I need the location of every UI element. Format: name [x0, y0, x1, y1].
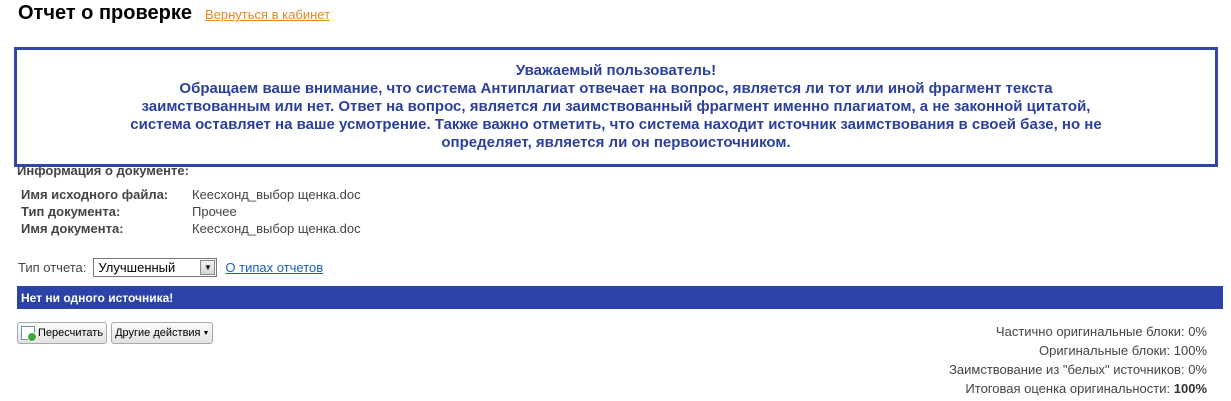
doc-info-table: Имя исходного файла: Кеесхонд_выбор щенк…	[21, 186, 361, 237]
no-sources-bar: Нет ни одного источника!	[17, 286, 1223, 309]
report-types-link[interactable]: О типах отчетов	[225, 260, 323, 275]
notice-line: система оставляет на ваше усмотрение. Та…	[130, 116, 1102, 133]
stat-value: 100%	[1173, 381, 1207, 396]
doc-info-label: Имя исходного файла:	[21, 187, 169, 202]
action-buttons: Пересчитать Другие действия ▼	[17, 322, 214, 344]
doc-info-value: Кеесхонд_выбор щенка.doc	[192, 221, 361, 236]
other-actions-button[interactable]: Другие действия ▼	[111, 322, 214, 344]
stat-label: Частично оригинальные блоки:	[995, 324, 1185, 339]
doc-info-row: Имя исходного файла: Кеесхонд_выбор щенк…	[21, 186, 361, 203]
originality-stats: Частично оригинальные блоки: 0% Оригинал…	[949, 322, 1207, 398]
user-notice-box: Уважаемый пользователь! Обращаем ваше вн…	[14, 47, 1218, 167]
recalculate-icon	[21, 326, 37, 342]
notice-line: Уважаемый пользователь!	[515, 62, 717, 79]
report-type-value: Улучшенный	[98, 260, 176, 275]
no-sources-text: Нет ни одного источника!	[21, 290, 174, 305]
back-to-cabinet-link[interactable]: Вернуться в кабинет	[205, 7, 330, 22]
stat-label: Оригинальные блоки:	[1039, 343, 1171, 358]
stat-value: 100%	[1173, 343, 1207, 358]
recalculate-label: Пересчитать	[38, 327, 104, 339]
stat-partial: Частично оригинальные блоки: 0%	[949, 322, 1207, 341]
caret-down-icon: ▼	[202, 329, 210, 337]
page-title: Отчет о проверке	[18, 2, 192, 24]
other-actions-label: Другие действия	[115, 327, 201, 339]
stat-label: Итоговая оценка оригинальности:	[965, 381, 1171, 396]
report-type-select[interactable]: Улучшенный ▼	[93, 258, 218, 277]
doc-info-label: Имя документа:	[21, 221, 124, 236]
report-type-label: Тип отчета:	[18, 260, 87, 275]
notice-line: Обращаем ваше внимание, что система Анти…	[179, 80, 1053, 97]
doc-info-row: Тип документа: Прочее	[21, 203, 361, 220]
recalculate-button[interactable]: Пересчитать	[17, 322, 108, 344]
notice-line: определяет, является ли он первоисточник…	[441, 134, 791, 151]
stat-value: 0%	[1188, 324, 1207, 339]
doc-info-label: Тип документа:	[21, 204, 121, 219]
doc-info-value: Кеесхонд_выбор щенка.doc	[192, 187, 361, 202]
stat-white: Заимствование из "белых" источников: 0%	[949, 360, 1207, 379]
report-type-row: Тип отчета: Улучшенный ▼ О типах отчетов	[18, 258, 323, 277]
doc-info-value: Прочее	[192, 204, 237, 219]
page-header: Отчет о проверке Вернуться в кабинет	[18, 0, 330, 28]
stat-label: Заимствование из "белых" источников:	[949, 362, 1185, 377]
stat-original: Оригинальные блоки: 100%	[949, 341, 1207, 360]
dropdown-arrow-icon[interactable]: ▼	[200, 260, 216, 275]
stat-value: 0%	[1188, 362, 1207, 377]
doc-info-row: Имя документа: Кеесхонд_выбор щенка.doc	[21, 220, 361, 237]
stat-total: Итоговая оценка оригинальности: 100%	[949, 379, 1207, 398]
notice-line: заимствованным или нет. Ответ на вопрос,…	[141, 98, 1091, 115]
doc-info-title: Информация о документе:	[17, 163, 189, 178]
